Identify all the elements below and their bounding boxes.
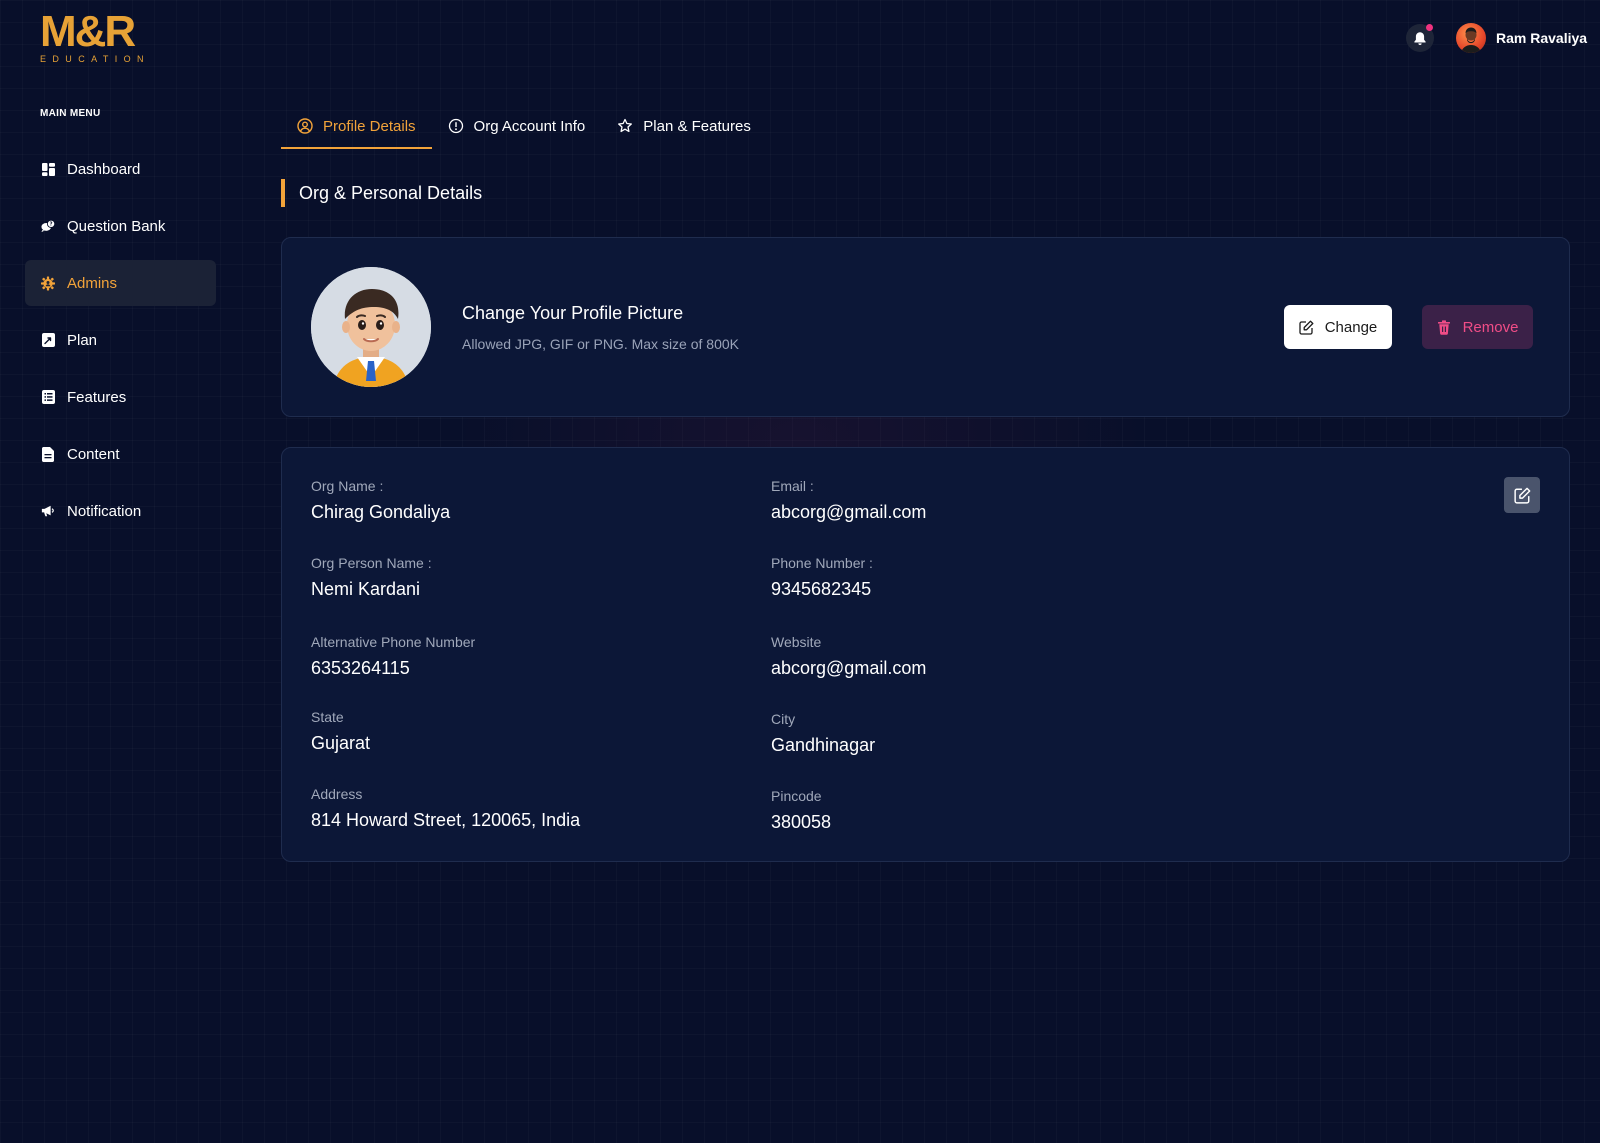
- field-pincode: Pincode 380058: [771, 788, 831, 833]
- brand-logo[interactable]: M&R EDUCATION: [40, 7, 160, 65]
- notification-button[interactable]: [1406, 24, 1434, 52]
- sidebar-item-label: Notification: [67, 502, 142, 520]
- field-value: 9345682345: [771, 579, 872, 599]
- user-circle-icon: [297, 118, 313, 134]
- user-avatar[interactable]: [1456, 23, 1486, 53]
- logo-subtitle: EDUCATION: [40, 54, 150, 64]
- tab-profile-details[interactable]: Profile Details: [281, 112, 432, 149]
- field-city: City Gandhinagar: [771, 711, 875, 756]
- profile-tabs: Profile Details Org Account Info Plan & …: [281, 112, 767, 149]
- sidebar-item-features[interactable]: Features: [25, 374, 216, 420]
- remove-button-label: Remove: [1462, 318, 1519, 336]
- field-org-person-name: Org Person Name : Nemi Kardani: [311, 555, 432, 600]
- sidebar-item-label: Plan: [67, 331, 98, 349]
- info-icon: [448, 118, 464, 134]
- org-details-card: Org Name : Chirag Gondaliya Email : abco…: [281, 447, 1570, 862]
- change-button-label: Change: [1324, 318, 1378, 336]
- field-org-name: Org Name : Chirag Gondaliya: [311, 478, 450, 523]
- tab-label: Plan & Features: [643, 118, 751, 135]
- sidebar-item-label: Dashboard: [67, 160, 141, 178]
- field-value: 6353264115: [311, 658, 410, 678]
- field-value: abcorg@gmail.com: [771, 502, 927, 522]
- sidebar-item-label: Features: [67, 388, 127, 406]
- field-value: Nemi Kardani: [311, 579, 421, 599]
- field-label: Email :: [771, 478, 814, 494]
- field-alternative-phone: Alternative Phone Number 6353264115: [311, 634, 475, 679]
- profile-picture: [311, 267, 431, 387]
- trash-icon: [1437, 319, 1453, 335]
- edit-icon: [1299, 319, 1315, 335]
- field-label: Phone Number :: [771, 555, 873, 571]
- dashboard-icon: [41, 162, 55, 176]
- profile-picture-hint: Allowed JPG, GIF or PNG. Max size of 800…: [462, 336, 739, 352]
- field-label: Website: [771, 634, 822, 650]
- main-menu-title: MAIN MENU: [40, 108, 101, 119]
- profile-picture-card: Change Your Profile Picture Allowed JPG,…: [281, 237, 1570, 417]
- field-value: Gujarat: [311, 733, 371, 753]
- chat-bubbles-icon: ?: [41, 219, 55, 233]
- star-icon: [617, 118, 633, 134]
- field-email: Email : abcorg@gmail.com: [771, 478, 926, 523]
- field-phone-number: Phone Number : 9345682345: [771, 555, 873, 600]
- field-address: Address 814 Howard Street, 120065, India: [311, 786, 580, 831]
- sidebar-item-notification[interactable]: Notification: [25, 488, 216, 534]
- sidebar-item-label: Content: [67, 445, 120, 463]
- field-label: Pincode: [771, 788, 822, 804]
- field-value: 380058: [771, 812, 832, 832]
- edit-details-button[interactable]: [1504, 477, 1540, 513]
- megaphone-icon: [41, 504, 55, 518]
- sidebar-item-question-bank[interactable]: ? Question Bank: [25, 203, 216, 249]
- sidebar-item-plan[interactable]: Plan: [25, 317, 216, 363]
- svg-text:?: ?: [50, 222, 53, 228]
- sidebar-item-dashboard[interactable]: Dashboard: [25, 146, 216, 192]
- remove-picture-button[interactable]: Remove: [1422, 305, 1533, 349]
- tab-label: Profile Details: [323, 118, 416, 135]
- profile-picture-title: Change Your Profile Picture: [462, 303, 684, 323]
- tab-plan-features[interactable]: Plan & Features: [601, 112, 767, 149]
- field-label: Org Person Name :: [311, 555, 432, 571]
- field-label: State: [311, 709, 344, 725]
- user-name[interactable]: Ram Ravaliya: [1496, 30, 1587, 46]
- admin-gear-icon: [41, 276, 55, 290]
- field-label: Alternative Phone Number: [311, 634, 476, 650]
- change-picture-button[interactable]: Change: [1284, 305, 1392, 349]
- field-label: Address: [311, 786, 363, 802]
- tab-org-account-info[interactable]: Org Account Info: [432, 112, 602, 149]
- bell-icon: [1413, 31, 1427, 46]
- tab-label: Org Account Info: [473, 118, 586, 135]
- edit-icon: [1513, 487, 1531, 504]
- notification-badge: [1426, 24, 1433, 31]
- document-icon: [41, 446, 55, 462]
- field-state: State Gujarat: [311, 709, 370, 754]
- section-title: Org & Personal Details: [281, 179, 482, 207]
- sidebar-item-label: Admins: [67, 274, 118, 292]
- field-label: Org Name :: [311, 478, 384, 494]
- field-value: Gandhinagar: [771, 735, 876, 755]
- sidebar-item-content[interactable]: Content: [25, 431, 216, 477]
- field-value: 814 Howard Street, 120065, India: [311, 810, 581, 830]
- sidebar-item-label: Question Bank: [67, 217, 166, 235]
- field-website: Website abcorg@gmail.com: [771, 634, 926, 679]
- list-icon: [41, 390, 55, 404]
- sidebar-item-admins[interactable]: Admins: [25, 260, 216, 306]
- field-label: City: [771, 711, 796, 727]
- field-value: abcorg@gmail.com: [771, 658, 927, 678]
- field-value: Chirag Gondaliya: [311, 502, 451, 522]
- logo-mark: M&R: [40, 7, 136, 56]
- plan-icon: [41, 333, 55, 347]
